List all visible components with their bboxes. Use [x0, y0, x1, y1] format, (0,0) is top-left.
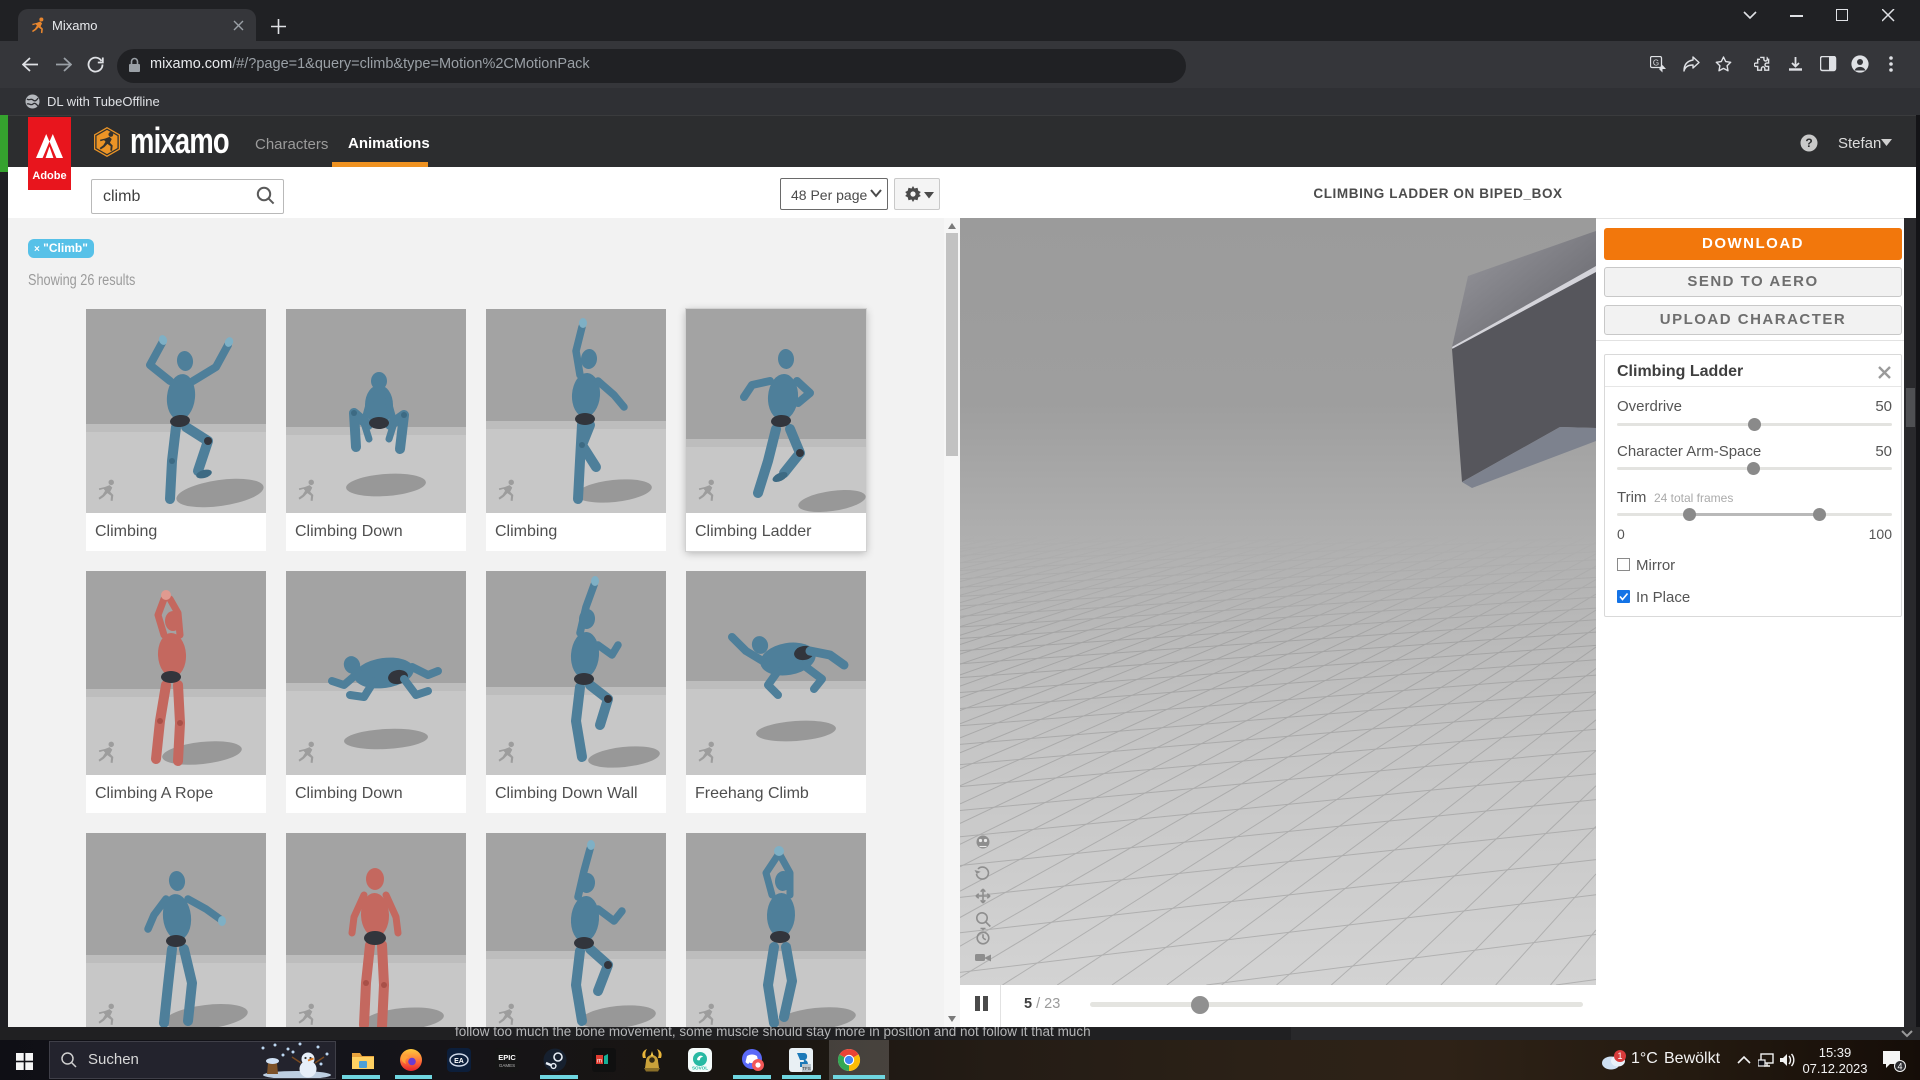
svg-text:TFS: TFS	[802, 1066, 811, 1071]
svg-text:?: ?	[1805, 136, 1812, 150]
svg-text:m: m	[597, 1059, 602, 1065]
svg-text:4: 4	[1897, 1062, 1902, 1072]
svg-text:SOVOL: SOVOL	[692, 1066, 708, 1071]
svg-text:EPIC: EPIC	[498, 1053, 516, 1062]
svg-text:GAMES: GAMES	[499, 1063, 515, 1068]
svg-text:G: G	[1653, 59, 1659, 68]
svg-text:1: 1	[1617, 1051, 1622, 1061]
svg-text:EA: EA	[454, 1058, 464, 1065]
